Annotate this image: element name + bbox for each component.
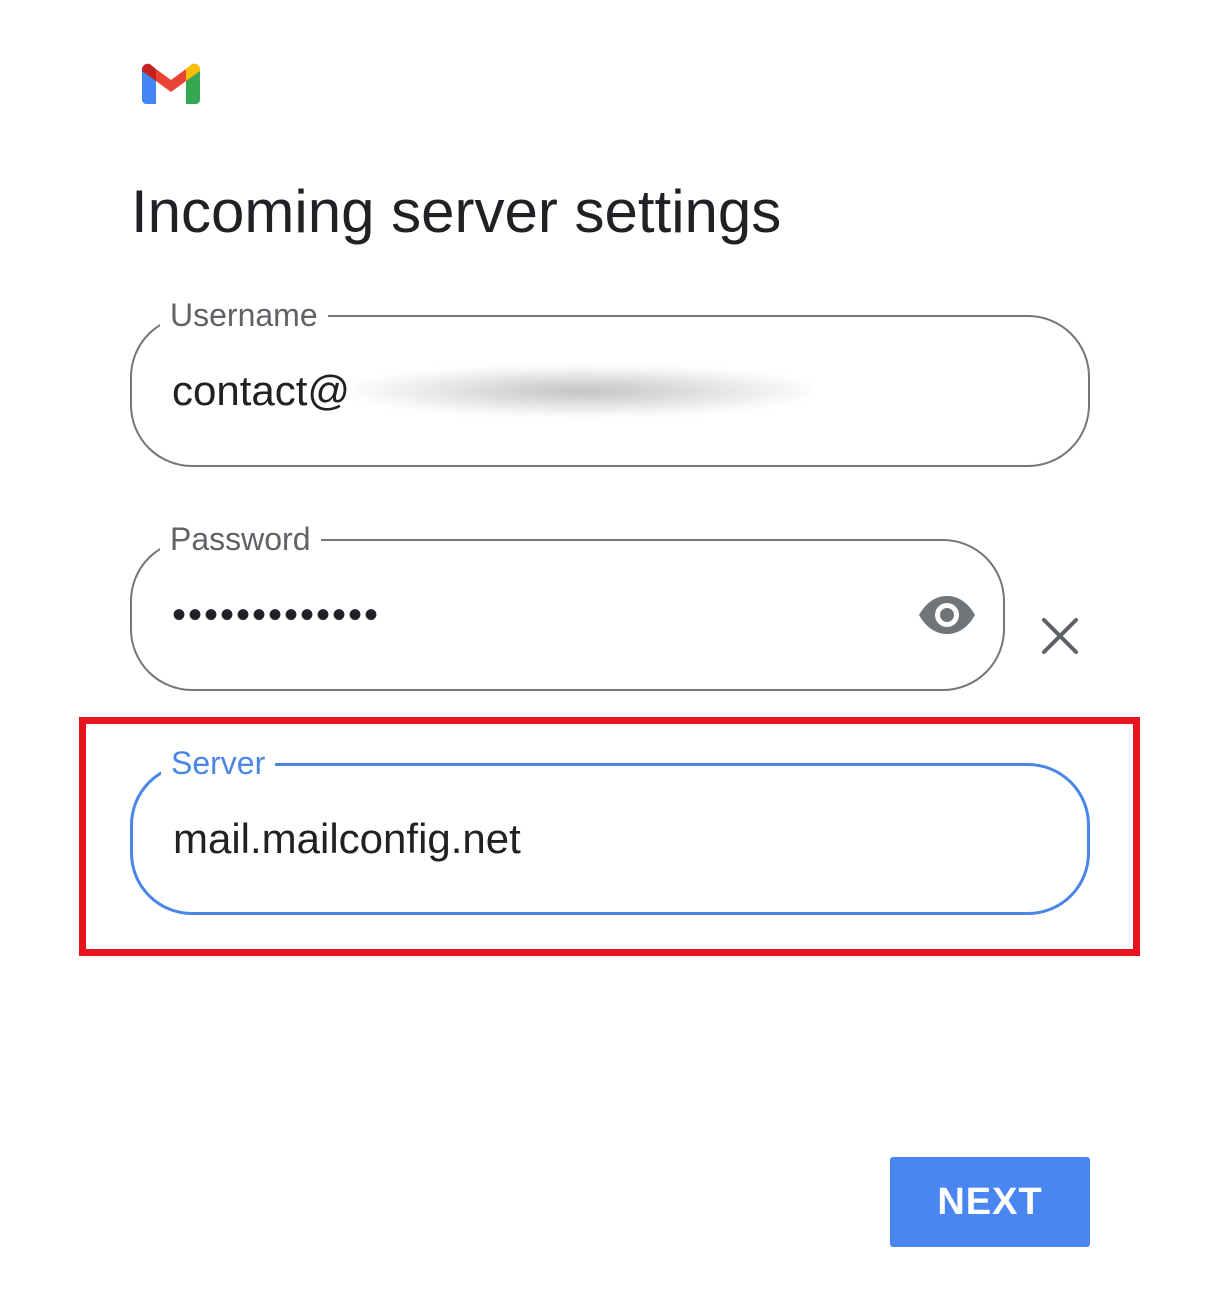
username-field[interactable]: Username contact@ [130,295,1090,467]
password-field[interactable]: Password ••••••••••••• [130,519,1005,691]
highlight-box [79,717,1140,956]
password-value[interactable]: ••••••••••••• [172,541,380,689]
username-text: contact@ [172,367,351,414]
close-icon[interactable] [1040,616,1080,656]
next-button[interactable]: NEXT [890,1157,1090,1247]
page-title: Incoming server settings [131,178,782,245]
redacted-text [352,366,813,416]
gmail-logo-icon [142,63,200,104]
username-value[interactable]: contact@ [172,317,813,465]
eye-icon[interactable] [917,595,977,635]
